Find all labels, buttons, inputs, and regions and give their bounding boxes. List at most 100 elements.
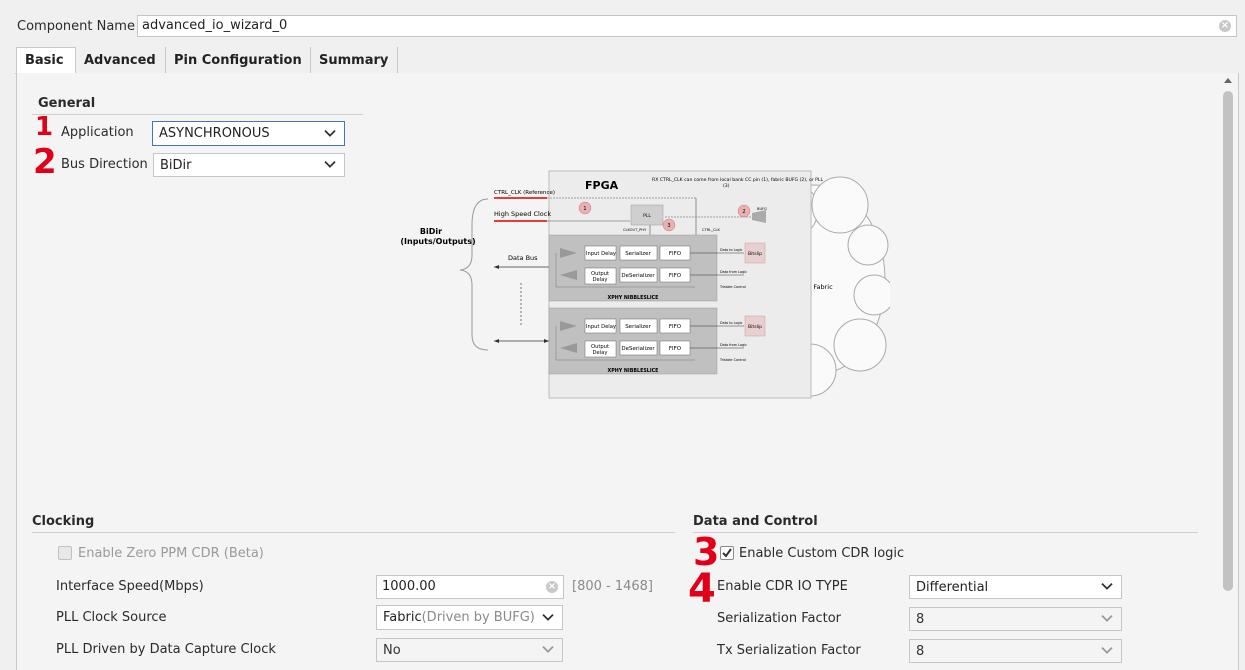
annotation-1: 1	[35, 112, 54, 142]
data-control-title: Data and Control	[693, 514, 818, 529]
interface-speed-label: Interface Speed(Mbps)	[56, 579, 204, 594]
tab-pin-configuration-label: Pin Configuration	[174, 52, 302, 68]
clocking-divider	[32, 532, 675, 533]
input-delay-label: Input Delay	[586, 324, 616, 330]
marker-3-label: 3	[667, 223, 670, 229]
bitslip-label: Bitslip	[748, 251, 762, 257]
fpga-label: FPGA	[585, 179, 619, 192]
tab-advanced[interactable]: Advanced	[76, 47, 166, 73]
data-from-logic-label: Data from Logic	[720, 343, 747, 347]
bidir-bracket	[459, 198, 489, 351]
chevron-down-icon	[1101, 614, 1113, 622]
scrollbar-thumb[interactable]	[1223, 91, 1233, 591]
interface-speed-value: 1000.00	[382, 579, 436, 594]
serializer-label: Serializer	[625, 324, 651, 330]
nibbleslice-2: Input Delay Serializer FIFO Output Delay…	[548, 307, 718, 375]
deserializer-label: DeSerializer	[621, 346, 655, 352]
serialization-factor-value: 8	[916, 611, 925, 627]
fabric-label: Fabric	[813, 283, 833, 291]
application-select[interactable]: ASYNCHRONOUS	[152, 121, 345, 146]
fifo-label: FIFO	[669, 324, 682, 330]
chevron-down-icon	[542, 645, 554, 653]
marker-2-label: 2	[742, 209, 745, 215]
cdr-io-type-value: Differential	[916, 579, 989, 595]
interface-speed-range: [800 - 1468]	[572, 579, 653, 594]
clkout-phy-label: CLKOUT_PHY	[623, 228, 647, 232]
ctrl-clk-ref-label: CTRL_CLK (Reference)	[494, 190, 555, 196]
general-divider	[32, 114, 363, 115]
cdr-io-type-label: Enable CDR IO TYPE	[717, 579, 848, 594]
deserializer-label: DeSerializer	[621, 273, 655, 279]
xphy-label: XPHY NIBBLESLICE	[608, 368, 659, 374]
bus-direction-select[interactable]: BiDir	[153, 153, 345, 177]
nibbleslice-1: Input Delay Serializer FIFO Output Delay…	[548, 234, 718, 302]
data-bus-label: Data Bus	[508, 254, 538, 262]
application-value: ASYNCHRONOUS	[159, 126, 270, 141]
scroll-up-icon[interactable]	[1224, 78, 1232, 83]
bitslip-label: Bitslip	[748, 324, 762, 330]
vertical-scrollbar[interactable]	[1221, 76, 1235, 670]
serialization-factor-select[interactable]: 8	[909, 607, 1122, 631]
chevron-down-icon	[1101, 646, 1113, 654]
bidir-label: BiDir	[420, 227, 442, 236]
chevron-down-icon	[1101, 582, 1113, 590]
fifo-label: FIFO	[669, 251, 682, 257]
data-to-logic-label: Data to Logic	[720, 248, 743, 252]
custom-cdr-checkbox[interactable]	[720, 546, 734, 560]
tab-summary[interactable]: Summary	[311, 47, 398, 73]
pll-clock-source-hint: (Driven by BUFG)	[421, 610, 535, 625]
tx-serialization-factor-label: Tx Serialization Factor	[717, 643, 861, 658]
pll-driven-select[interactable]: No	[376, 638, 563, 662]
component-name-label: Component Name	[17, 19, 135, 34]
zero-ppm-checkbox[interactable]	[58, 546, 72, 560]
pll-clock-source-select[interactable]: Fabric (Driven by BUFG)	[376, 605, 563, 630]
zero-ppm-label: Enable Zero PPM CDR (Beta)	[78, 546, 264, 561]
chevron-down-icon	[542, 613, 554, 621]
serialization-factor-label: Serialization Factor	[717, 611, 842, 626]
checkmark-icon	[722, 548, 732, 558]
interface-speed-input[interactable]: 1000.00 ×	[376, 575, 564, 599]
chevron-down-icon	[324, 129, 336, 137]
clocking-title: Clocking	[32, 514, 95, 529]
custom-cdr-label: Enable Custom CDR logic	[739, 546, 905, 561]
tab-pin-configuration[interactable]: Pin Configuration	[166, 47, 311, 73]
bidir-sublabel: (Inputs/Outputs)	[400, 237, 475, 246]
serializer-label: Serializer	[625, 251, 651, 257]
bufg-label: BUFG	[757, 207, 767, 211]
tristate-control-label: Tristate Control	[719, 285, 746, 289]
tx-serialization-factor-select[interactable]: 8	[909, 639, 1122, 663]
pll-driven-value: No	[383, 642, 401, 658]
data-control-divider	[693, 532, 1198, 533]
tab-basic-label: Basic	[25, 53, 64, 68]
tab-advanced-label: Advanced	[84, 52, 156, 68]
output-delay-label-2: Delay	[593, 277, 608, 283]
component-name-field[interactable]: advanced_io_wizard_0 ×	[137, 15, 1237, 37]
block-diagram: FPGA RX CTRL_CLK can come from local ban…	[400, 170, 890, 399]
clear-icon[interactable]: ×	[546, 581, 558, 593]
marker-1-label: 1	[583, 206, 586, 212]
fifo-label: FIFO	[669, 273, 682, 279]
general-title: General	[38, 96, 96, 111]
xphy-label: XPHY NIBBLESLICE	[608, 295, 659, 301]
rx-note-2: (3)	[723, 183, 730, 189]
application-label: Application	[61, 125, 134, 140]
bus-direction-label: Bus Direction	[61, 157, 148, 172]
output-delay-label-2: Delay	[593, 350, 608, 356]
tab-summary-label: Summary	[319, 52, 389, 68]
tx-serialization-factor-value: 8	[916, 643, 925, 659]
rx-note-1: RX CTRL_CLK can come from local bank CC …	[652, 177, 823, 183]
cdr-io-type-select[interactable]: Differential	[909, 575, 1122, 599]
pll-clock-source-label: PLL Clock Source	[56, 610, 167, 625]
bus-direction-value: BiDir	[160, 157, 192, 173]
data-from-logic-label: Data from Logic	[720, 270, 747, 274]
tab-basic[interactable]: Basic	[16, 47, 76, 73]
pll-driven-label: PLL Driven by Data Capture Clock	[56, 642, 276, 657]
pll-clock-source-value: Fabric	[383, 610, 422, 625]
ctrl-clk-label: CTRL_CLK	[702, 228, 721, 232]
data-to-logic-label: Data to Logic	[720, 321, 743, 325]
annotation-2: 2	[33, 142, 57, 182]
tristate-control-label: Tristate Control	[719, 358, 746, 362]
clear-icon[interactable]: ×	[1219, 20, 1231, 32]
annotation-4: 4	[688, 566, 716, 612]
input-delay-label: Input Delay	[586, 251, 616, 257]
